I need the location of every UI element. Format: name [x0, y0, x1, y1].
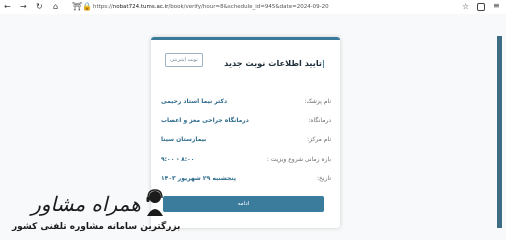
row-label: تاریخ:: [317, 175, 331, 182]
row-label: نام مرکز:: [307, 136, 331, 143]
browser-toolbar: ← → ↻ ⌂ ⛩ 🔒 https://nobat724.tums.ac.ir/…: [0, 0, 506, 14]
edit-appointment-button[interactable]: نوبت اینترنتی: [165, 53, 203, 67]
lock-icon: 🔒: [82, 2, 92, 11]
menu-icon[interactable]: ≡: [493, 1, 500, 10]
back-arrow-icon[interactable]: ←: [4, 2, 11, 12]
bookmark-star-icon[interactable]: ☆: [462, 2, 469, 11]
card-title: |تایید اطلاعات نوبت جدید: [224, 58, 325, 68]
continue-button[interactable]: ادامه: [163, 196, 324, 212]
row-time: بازه زمانی شروع ویزیت : ۸:۰۰ - ۹:۰۰: [161, 156, 331, 166]
verify-card: |تایید اطلاعات نوبت جدید نوبت اینترنتی ن…: [151, 37, 340, 228]
scrollbar-thumb[interactable]: [497, 36, 502, 228]
row-clinic: درمانگاه: درمانگاه جراحی مغز و اعصاب: [161, 117, 331, 127]
card-title-text: تایید اطلاعات نوبت جدید: [224, 58, 322, 68]
extensions-icon[interactable]: [477, 3, 485, 11]
row-value: درمانگاه جراحی مغز و اعصاب: [161, 117, 249, 124]
watermark-logo: همراه مشاور بزرگترین سامانه مشاوره تلفنی…: [6, 178, 180, 238]
watermark-title: همراه مشاور: [31, 192, 141, 216]
row-date: تاریخ: پنجشنبه ۲۹ شهریور ۱۴۰۳: [161, 175, 331, 185]
shield-icon[interactable]: ⛩: [72, 2, 82, 12]
url-path: /book/verify/hour=8&schedule_id=945&date…: [168, 4, 329, 10]
address-bar[interactable]: https://nobat724.tums.ac.ir/book/verify/…: [93, 3, 329, 11]
row-label: نام پزشک:: [304, 98, 331, 105]
row-label: بازه زمانی شروع ویزیت :: [266, 156, 331, 163]
row-value: دکتر نیما استاد رحیمی: [161, 98, 228, 105]
home-icon[interactable]: ⌂: [53, 2, 58, 12]
forward-arrow-icon[interactable]: →: [20, 2, 27, 12]
url-host: nobat724.tums.ac.ir: [112, 4, 169, 10]
reload-icon[interactable]: ↻: [36, 2, 43, 12]
row-value: بیمارستان سینا: [161, 136, 207, 143]
url-prefix: https://: [93, 4, 113, 10]
row-value: ۸:۰۰ - ۹:۰۰: [161, 156, 195, 163]
row-doctor: نام پزشک: دکتر نیما استاد رحیمی: [161, 98, 331, 108]
row-label: درمانگاه:: [308, 117, 331, 124]
watermark-subtitle: بزرگترین سامانه مشاوره تلفنی کشور: [12, 222, 181, 232]
row-center: نام مرکز: بیمارستان سینا: [161, 136, 331, 146]
